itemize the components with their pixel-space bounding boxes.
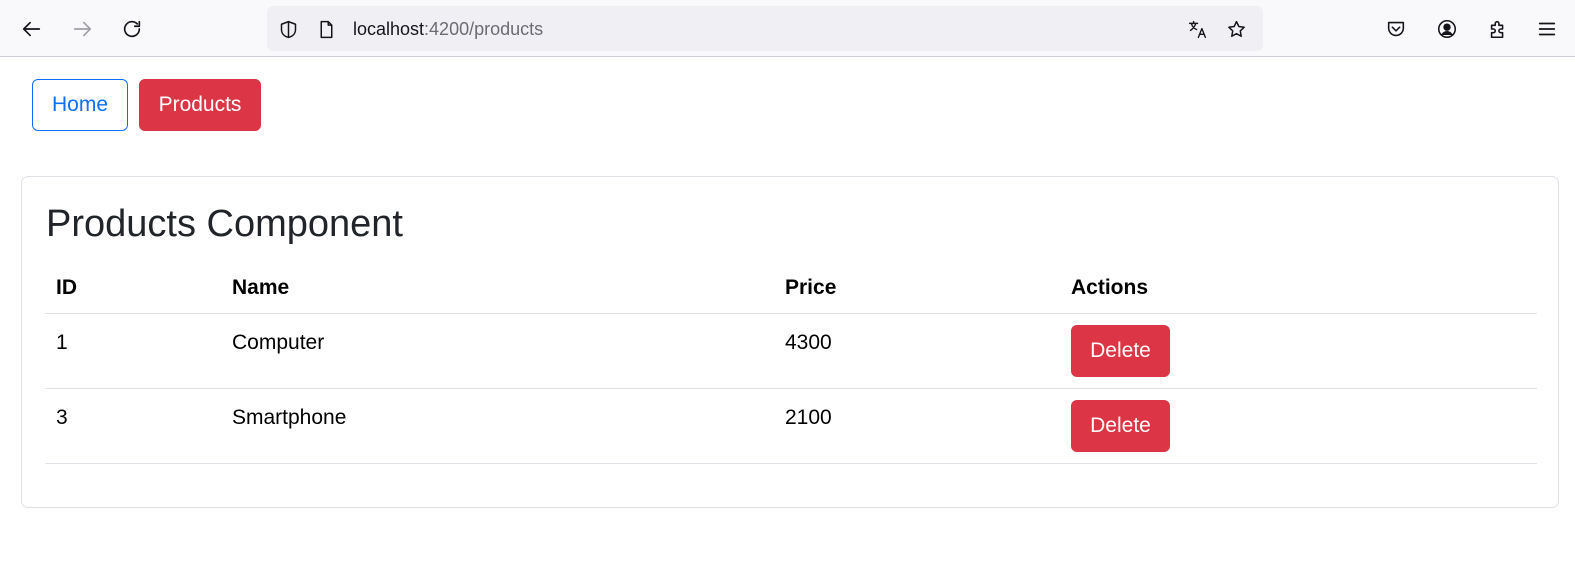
cell-actions: Delete — [1060, 313, 1537, 389]
cell-price: 2100 — [774, 388, 1060, 464]
cell-name: Computer — [221, 313, 774, 389]
products-nav-button[interactable]: Products — [139, 79, 261, 131]
star-icon[interactable] — [1224, 17, 1248, 41]
forward-arrow-icon — [73, 21, 92, 37]
translate-icon[interactable] — [1185, 17, 1209, 41]
column-header-id: ID — [45, 263, 221, 314]
cell-actions: Delete — [1060, 388, 1537, 464]
products-table: ID Name Price Actions 1 Computer 4300 De… — [45, 263, 1537, 464]
pocket-icon — [1387, 21, 1405, 37]
shield-icon[interactable] — [276, 17, 300, 41]
delete-button[interactable]: Delete — [1071, 399, 1170, 452]
products-card: Products Component ID Name Price Actions… — [21, 176, 1559, 508]
back-button[interactable] — [15, 12, 49, 46]
pocket-button[interactable] — [1379, 12, 1413, 46]
page-title: Products Component — [46, 203, 403, 245]
column-header-name: Name — [221, 263, 774, 314]
cell-price: 4300 — [774, 313, 1060, 389]
url-host: localhost — [353, 19, 425, 39]
app-menu-button[interactable] — [1530, 12, 1564, 46]
cell-name: Smartphone — [221, 388, 774, 464]
home-nav-button[interactable]: Home — [32, 79, 128, 131]
url-bar[interactable]: localhost:4200/products — [267, 6, 1263, 51]
cell-id: 3 — [45, 388, 221, 464]
table-header-row: ID Name Price Actions — [45, 263, 1537, 314]
extensions-icon — [1490, 20, 1504, 39]
menu-icon — [1538, 22, 1556, 36]
column-header-price: Price — [774, 263, 1060, 314]
forward-button[interactable] — [65, 12, 99, 46]
table-row: 3 Smartphone 2100 Delete — [45, 388, 1537, 464]
extensions-button[interactable] — [1481, 12, 1515, 46]
column-header-actions: Actions — [1060, 263, 1537, 314]
url-text[interactable]: localhost:4200/products — [353, 18, 543, 40]
reload-button[interactable] — [115, 12, 149, 46]
back-arrow-icon — [22, 21, 41, 37]
browser-toolbar: localhost:4200/products — [0, 0, 1575, 57]
reload-icon — [123, 20, 141, 38]
url-path: :4200/products — [424, 19, 544, 39]
account-icon — [1437, 19, 1457, 39]
table-row: 1 Computer 4300 Delete — [45, 313, 1537, 389]
cell-id: 1 — [45, 313, 221, 389]
delete-button[interactable]: Delete — [1071, 324, 1170, 377]
page-icon — [314, 17, 338, 41]
account-button[interactable] — [1430, 12, 1464, 46]
